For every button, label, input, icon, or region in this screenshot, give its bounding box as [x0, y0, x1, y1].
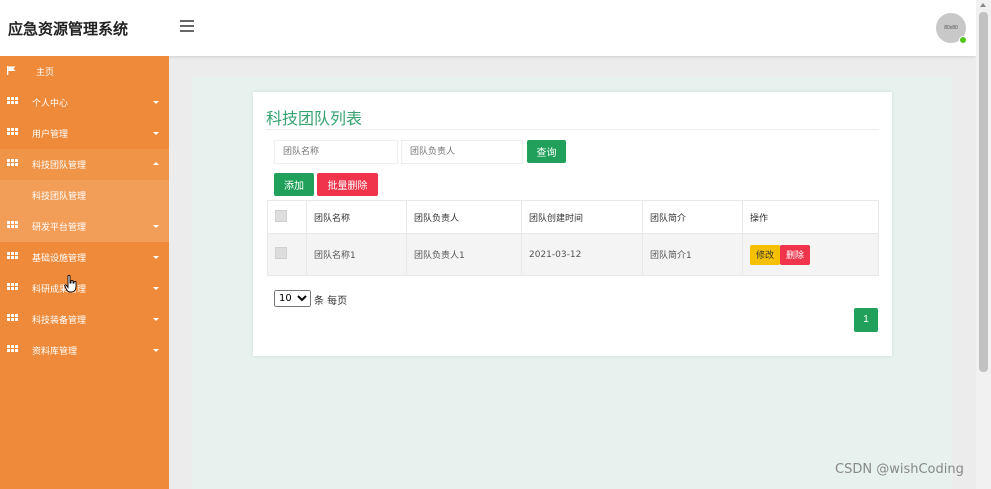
sidebar-item-label: 资料库管理: [32, 347, 78, 357]
chevron-down-icon: [153, 225, 159, 228]
team-list-card: 科技团队列表 查询 添加 批量删除 团队名称 团队负责人 团队创建时间 团队简介…: [253, 92, 892, 356]
sidebar-subitem-tech-team-management[interactable]: 科技团队管理: [0, 180, 169, 211]
column-header-actions: 操作: [742, 200, 879, 234]
table-header-row: 团队名称 团队负责人 团队创建时间 团队简介 操作: [267, 200, 879, 234]
flag-icon: [7, 66, 16, 75]
chevron-down-icon: [153, 287, 159, 290]
add-button[interactable]: 添加: [274, 173, 314, 196]
cell-team-leader: 团队负责人1: [406, 233, 522, 276]
online-status-dot: [959, 36, 967, 44]
per-page-label: 条 每页: [314, 296, 348, 307]
grid-icon: [7, 97, 18, 106]
grid-icon: [7, 128, 18, 137]
chevron-up-icon: [153, 162, 159, 165]
sidebar-item-label: 个人中心: [32, 99, 69, 109]
batch-delete-button[interactable]: 批量删除: [317, 173, 378, 196]
sidebar-item-tech-equipment-management[interactable]: 科技装备管理: [0, 304, 169, 335]
row-checkbox[interactable]: [275, 247, 287, 259]
page-size-select[interactable]: 10: [274, 290, 311, 307]
team-name-search-input[interactable]: [274, 140, 398, 164]
sidebar-item-label: 科技团队管理: [32, 161, 87, 171]
cell-actions: 修改 删除: [742, 233, 879, 276]
cell-team-intro: 团队简介1: [642, 233, 743, 276]
sidebar-item-user-management[interactable]: 用户管理: [0, 118, 169, 149]
sidebar-item-tech-team-management[interactable]: 科技团队管理: [0, 149, 169, 180]
team-table: 团队名称 团队负责人 团队创建时间 团队简介 操作 团队名称1 团队负责人1 2…: [267, 200, 879, 276]
top-header: 应急资源管理系统 80x80: [0, 0, 976, 56]
title-divider: [266, 129, 879, 130]
grid-icon: [7, 252, 18, 261]
column-header-created-time: 团队创建时间: [521, 200, 643, 234]
chevron-down-icon: [153, 256, 159, 259]
search-button[interactable]: 查询: [527, 140, 566, 163]
sidebar-item-rnd-platform-management[interactable]: 研发平台管理: [0, 211, 169, 242]
grid-icon: [7, 314, 18, 323]
watermark: CSDN @wishCoding: [835, 462, 964, 477]
chevron-down-icon: [153, 349, 159, 352]
sidebar-item-label: 用户管理: [32, 130, 69, 140]
page-title: 科技团队列表: [266, 109, 363, 128]
table-row: 团队名称1 团队负责人1 2021-03-12 团队简介1 修改 删除: [267, 233, 879, 276]
hamburger-menu-icon[interactable]: [180, 20, 194, 34]
sidebar-item-label: 主页: [36, 68, 55, 78]
cell-team-name: 团队名称1: [306, 233, 407, 276]
scrollbar[interactable]: [976, 0, 991, 489]
scrollbar-thumb[interactable]: [979, 12, 988, 372]
row-select-cell: [267, 233, 307, 276]
sidebar: 主页 个人中心 用户管理 科技团队管理 科技团队管理 研发平台管理 基础设施管理…: [0, 56, 169, 489]
chevron-down-icon: [153, 318, 159, 321]
grid-icon: [7, 159, 18, 168]
grid-icon: [7, 283, 18, 292]
column-header-team-leader: 团队负责人: [406, 200, 522, 234]
select-all-cell: [267, 200, 307, 234]
grid-icon: [7, 221, 18, 230]
sidebar-item-label: 基础设施管理: [32, 254, 87, 264]
sidebar-item-infrastructure-management[interactable]: 基础设施管理: [0, 242, 169, 273]
scroll-up-icon[interactable]: [980, 3, 986, 7]
sidebar-item-library-management[interactable]: 资料库管理: [0, 335, 169, 366]
sidebar-item-research-results-management[interactable]: 科研成果管理: [0, 273, 169, 304]
grid-icon: [7, 345, 18, 354]
hand-cursor-icon: [64, 275, 77, 293]
pagination-page-button[interactable]: 1: [854, 308, 878, 332]
select-all-checkbox[interactable]: [275, 209, 287, 222]
sidebar-item-personal-center[interactable]: 个人中心: [0, 87, 169, 118]
column-header-team-intro: 团队简介: [642, 200, 743, 234]
column-header-team-name: 团队名称: [306, 200, 407, 234]
sidebar-item-label: 科技团队管理: [32, 192, 87, 202]
team-leader-search-input[interactable]: [401, 140, 523, 164]
sidebar-item-label: 科技装备管理: [32, 316, 87, 326]
sidebar-item-home[interactable]: 主页: [0, 56, 169, 87]
app-title: 应急资源管理系统: [8, 20, 129, 38]
edit-button[interactable]: 修改: [750, 244, 781, 265]
delete-button[interactable]: 删除: [780, 244, 811, 265]
chevron-down-icon: [153, 132, 159, 135]
sidebar-item-label: 研发平台管理: [32, 223, 87, 233]
chevron-down-icon: [153, 101, 159, 104]
cell-created-time: 2021-03-12: [521, 233, 643, 276]
